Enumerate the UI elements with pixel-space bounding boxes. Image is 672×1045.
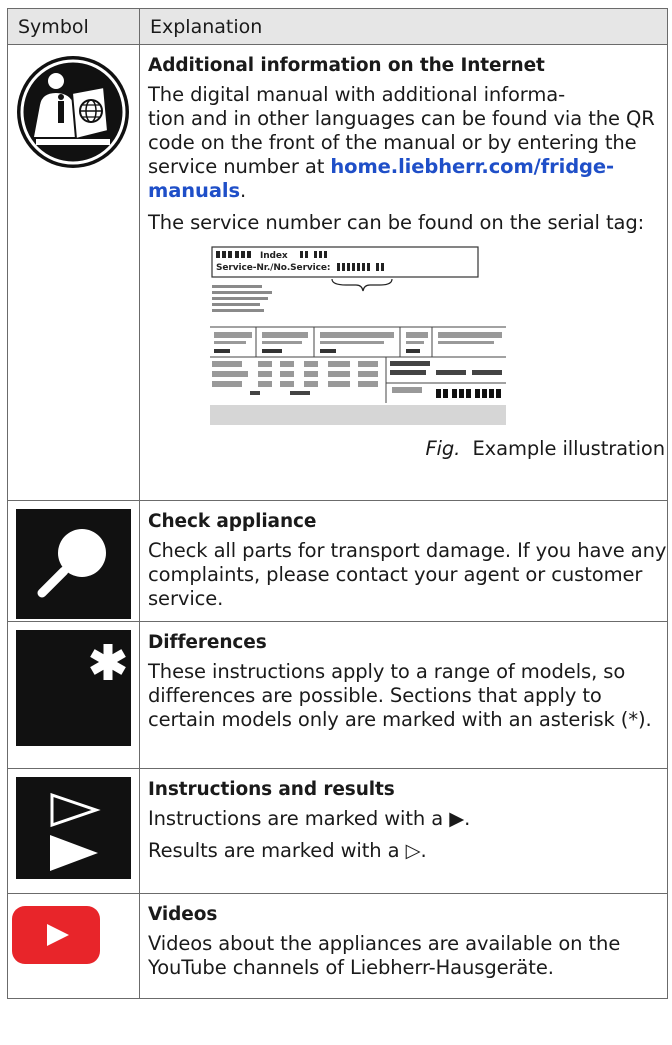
check-text: Check all parts for transport damage. If… (148, 539, 667, 610)
symbol-table: Symbol Explanation Additional informatio… (7, 8, 668, 999)
table-row: Differences These instructions apply to … (7, 621, 668, 769)
outline-triangle-icon: ▷ (405, 839, 421, 862)
inst-line-1-text: Instructions are marked with a (148, 807, 450, 830)
diff-text: These instructions apply to a range of m… (148, 660, 652, 731)
table-header-row: Symbol Explanation (7, 8, 668, 45)
table-row: Check appliance Check all parts for tran… (7, 500, 668, 622)
inst-line-2-text: Results are marked with a (148, 839, 406, 862)
inst-line-2-end: . (420, 839, 427, 862)
figure-caption: Fig. Example illustration (148, 437, 667, 461)
header-symbol: Symbol (7, 8, 140, 45)
instruction-triangles-icon (16, 777, 131, 879)
asterisk-icon (16, 630, 131, 746)
info-paragraph: The digital manual with additional infor… (148, 83, 667, 203)
filled-triangle-icon: ▶ (449, 807, 465, 830)
video-text: Videos about the appliances are availabl… (148, 932, 621, 979)
info-manual-icon (17, 56, 129, 168)
video-title: Videos (148, 904, 218, 925)
inst-line-1-end: . (464, 807, 471, 830)
inst-line-2: Results are marked with a ▷. (148, 839, 667, 863)
fig-caption-text: Example illustration (472, 437, 665, 460)
table-row: Instructions and results Instructions ar… (7, 768, 668, 894)
tag-index-label: Index (260, 251, 288, 261)
info-text-b: . (240, 179, 247, 202)
magnifier-icon (16, 509, 131, 619)
check-title: Check appliance (148, 511, 317, 532)
serial-tag-intro: The service number can be found on the s… (148, 211, 645, 234)
info-title: Additional information on the Internet (148, 55, 545, 76)
inst-title: Instructions and results (148, 779, 395, 800)
tag-service-label: Service-Nr./No.Service: (216, 263, 330, 273)
inst-line-1: Instructions are marked with a ▶. (148, 807, 667, 831)
diff-title: Differences (148, 632, 267, 653)
table-row: Videos Videos about the appliances are a… (7, 893, 668, 999)
youtube-icon (12, 906, 100, 964)
fig-label: Fig. (425, 437, 461, 460)
table-row: Additional information on the Internet T… (7, 44, 668, 501)
serial-tag-illustration: Index Service-Nr./No.Service: (210, 245, 506, 427)
header-explanation: Explanation (139, 8, 668, 45)
